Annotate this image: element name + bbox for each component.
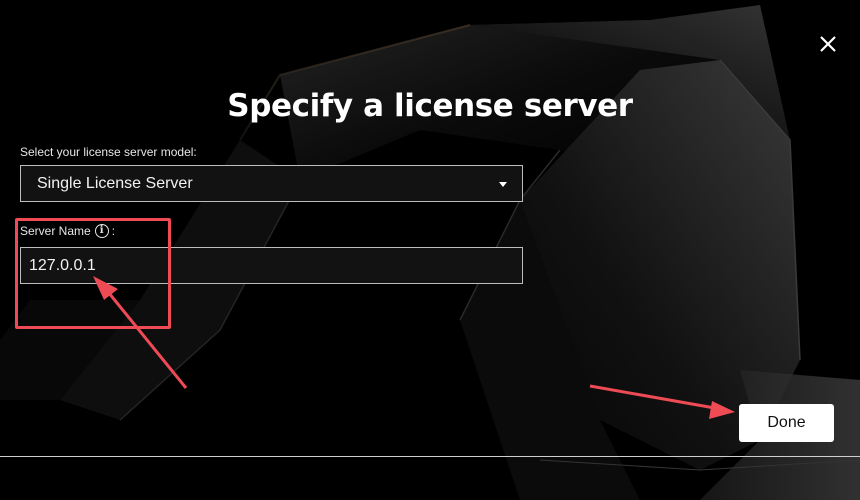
server-name-label-row: Server Name i : bbox=[20, 224, 115, 238]
license-model-select[interactable]: Single License Server bbox=[20, 165, 523, 202]
license-model-selected-value: Single License Server bbox=[37, 175, 193, 192]
close-icon bbox=[820, 36, 836, 52]
server-name-label-colon: : bbox=[111, 224, 116, 238]
info-icon[interactable]: i bbox=[94, 224, 109, 238]
done-button[interactable]: Done bbox=[739, 404, 834, 442]
license-model-label: Select your license server model: bbox=[20, 145, 197, 159]
dialog-title: Specify a license server bbox=[227, 88, 633, 124]
server-name-input[interactable] bbox=[20, 247, 523, 284]
close-button[interactable] bbox=[814, 30, 842, 58]
footer-divider bbox=[0, 456, 860, 457]
caret-down-icon bbox=[499, 182, 507, 187]
server-name-label: Server Name bbox=[20, 224, 91, 238]
